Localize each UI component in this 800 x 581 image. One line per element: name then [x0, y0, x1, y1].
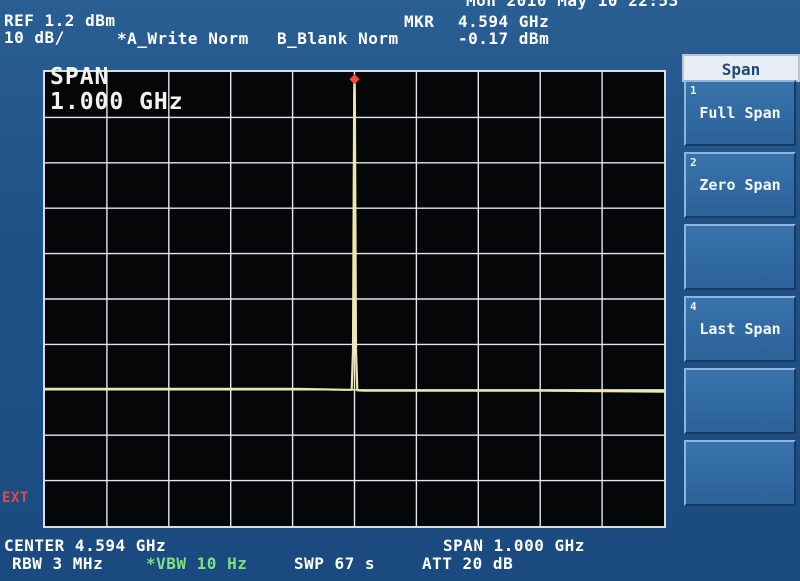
- marker-diamond: [349, 74, 360, 85]
- span-overlay: SPAN 1.000 GHz: [50, 65, 184, 115]
- video-bandwidth: *VBW 10 Hz: [146, 554, 248, 573]
- input-attenuation: ATT 20 dB: [422, 554, 514, 573]
- softkey-menu-title: Span: [682, 54, 800, 82]
- softkey-label: Full Span: [699, 104, 781, 122]
- date-time-readout: Mon 2010 May 10 22:53: [466, 0, 679, 10]
- span-overlay-label: SPAN: [50, 64, 110, 90]
- last-span-button[interactable]: 4 Last Span: [684, 296, 796, 362]
- softkey-label: Last Span: [699, 320, 781, 338]
- spectrum-trace-svg: [45, 72, 664, 526]
- softkey-number: 2: [690, 156, 697, 169]
- softkey-menu: Span 1 Full Span 2 Zero Span 4 Last Span: [682, 50, 800, 530]
- blank-softkey-5[interactable]: [684, 368, 796, 434]
- full-span-button[interactable]: 1 Full Span: [684, 80, 796, 146]
- softkey-number: 4: [690, 300, 697, 313]
- marker-label: MKR: [404, 12, 435, 31]
- ext-indicator: EXT: [2, 490, 29, 506]
- softkey-number: 1: [690, 84, 697, 97]
- sweep-time: SWP 67 s: [294, 554, 376, 573]
- blank-softkey-3[interactable]: [684, 224, 796, 290]
- trace-a-mode: *A_Write Norm: [117, 29, 249, 48]
- center-frequency: CENTER 4.594 GHz: [4, 536, 167, 555]
- blank-softkey-6[interactable]: [684, 440, 796, 506]
- span-frequency: SPAN 1.000 GHz: [443, 536, 585, 555]
- spectrum-plot[interactable]: [43, 70, 666, 528]
- span-overlay-value: 1.000 GHz: [50, 89, 184, 115]
- marker-amplitude: -0.17 dBm: [458, 29, 550, 48]
- zero-span-button[interactable]: 2 Zero Span: [684, 152, 796, 218]
- marker-frequency: 4.594 GHz: [458, 12, 550, 31]
- resolution-bandwidth: RBW 3 MHz: [12, 554, 104, 573]
- trace-b-mode: B_Blank Norm: [277, 29, 399, 48]
- analyzer-screen: Mon 2010 May 10 22:53 REF 1.2 dBm 10 dB/…: [0, 0, 800, 581]
- softkey-label: Zero Span: [699, 176, 781, 194]
- reference-level: REF 1.2 dBm: [4, 11, 116, 30]
- scale-per-division: 10 dB/: [4, 28, 65, 47]
